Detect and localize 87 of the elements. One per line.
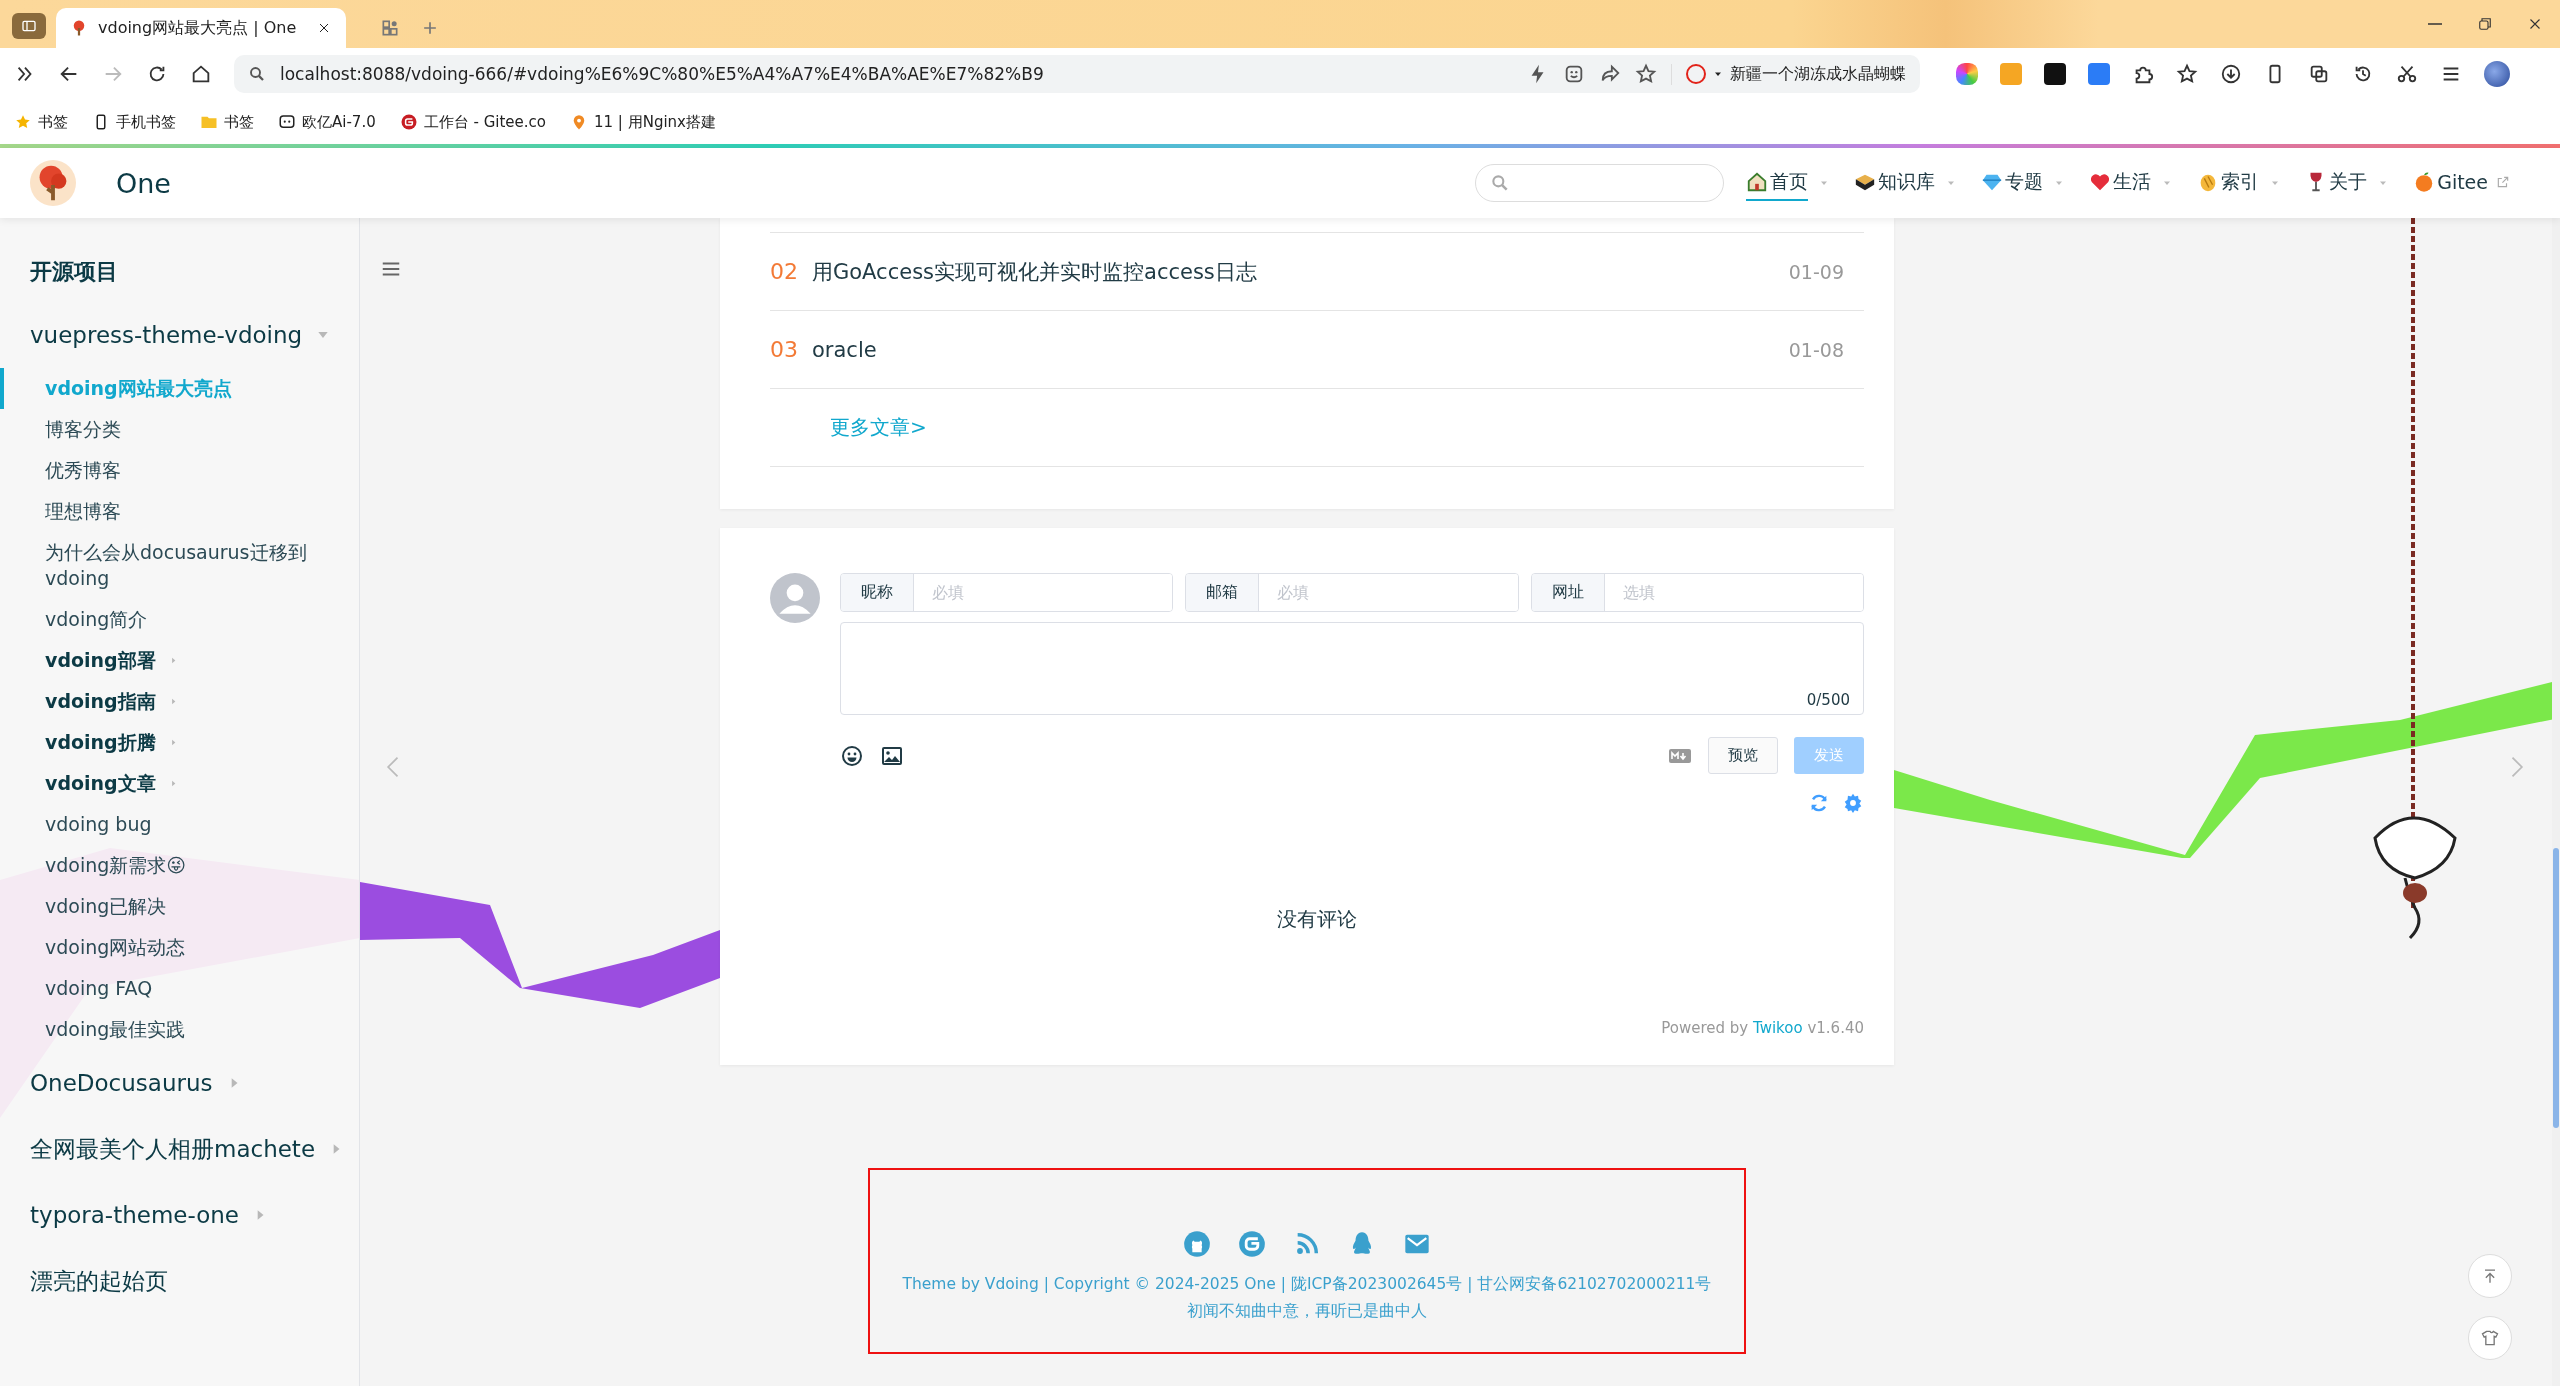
footer-text: 初闻不知曲中意，再听已是曲中人 — [1187, 1301, 1427, 1322]
nav-link[interactable]: 生活 — [2089, 165, 2152, 201]
sidebar-item[interactable]: vdoing部署 — [0, 640, 359, 681]
sidebar-group[interactable]: typora-theme-one — [0, 1182, 359, 1248]
nav-link[interactable]: Gitee — [2413, 167, 2510, 199]
nav-link[interactable]: 关于 — [2305, 165, 2368, 201]
translate-icon[interactable] — [2088, 63, 2110, 85]
article-number: 02 — [770, 259, 799, 284]
theme-button[interactable] — [2468, 1316, 2512, 1360]
sidebar-item[interactable]: vdoing简介 — [0, 599, 359, 640]
sidebar-item[interactable]: vdoing文章 — [0, 763, 359, 804]
external-link-icon — [2496, 175, 2510, 189]
sidebar-item[interactable]: 为什么会从docusaurus迁移到vdoing — [0, 532, 359, 599]
house-icon — [1746, 171, 1769, 193]
sparkle-icon[interactable] — [1956, 63, 1978, 85]
sidebar-item[interactable]: vdoing FAQ — [0, 968, 359, 1009]
tree-logo-icon[interactable] — [30, 160, 76, 206]
sidebar-group[interactable]: vuepress-theme-vdoing — [0, 302, 359, 368]
nav-link[interactable]: 专题 — [1981, 165, 2044, 201]
no-comments-text: 没有评论 — [1276, 906, 1358, 933]
sidebar-item[interactable]: vdoing折腾 — [0, 722, 359, 763]
emoji-icon[interactable] — [840, 743, 864, 768]
back-to-top-button[interactable] — [2468, 1254, 2512, 1298]
url-text: localhost:8088/vdoing-666/#vdoing%E6%9C%80%E5%A4%A7%E4%BA%AE%E7%82%B9 — [280, 64, 1045, 84]
site-name[interactable]: One — [116, 167, 171, 199]
address-bar[interactable]: localhost:8088/vdoing-666/#vdoing%E6%9C%80%E5%A4%A7%E4%BA%AE%E7%82%B9 新疆一个湖冻成水晶蝴蝶 — [234, 55, 1920, 93]
sidebar-item[interactable]: vdoing新需求😜 — [0, 845, 359, 886]
heart-icon — [2089, 171, 2112, 193]
preview-button[interactable]: 预览 — [1708, 737, 1778, 774]
download-icon[interactable] — [2220, 63, 2242, 85]
sidebar-item[interactable]: vdoing指南 — [0, 681, 359, 722]
sidebar-item[interactable]: 优秀博客 — [0, 450, 359, 491]
minimize-icon — [2427, 23, 2443, 25]
bookmark[interactable]: 手机书签 — [92, 112, 176, 132]
settings-icon[interactable] — [1842, 792, 1864, 814]
hot-search-text[interactable]: 新疆一个湖冻成水晶蝴蝶 — [1730, 63, 1906, 85]
sidebar-title: 开源项目 — [29, 258, 119, 286]
star-plus-icon[interactable] — [1635, 63, 1657, 85]
scrollbar[interactable] — [2552, 218, 2560, 1386]
sidebar-item[interactable]: vdoing最佳实践 — [0, 1009, 359, 1050]
article-number: 03 — [770, 337, 799, 362]
smiley-box-icon[interactable] — [1563, 63, 1585, 85]
windows-icon[interactable] — [2308, 63, 2330, 85]
bookmark[interactable]: 书签 — [14, 112, 68, 132]
footer-text: Theme by Vdoing | Copyright © 2024-2025 One | 陇ICP备2023002645号 | 甘公网安备62102702000211号 — [902, 1274, 1712, 1295]
nav-link[interactable]: 首页 — [1746, 165, 1809, 201]
sidebar-group[interactable]: 漂亮的起始页 — [0, 1248, 359, 1314]
avatar-icon — [770, 573, 820, 623]
star-icon[interactable] — [2176, 63, 2198, 85]
circle-logo-icon[interactable] — [1238, 1230, 1266, 1258]
input-field[interactable]: 网址 选填 — [1530, 573, 1864, 612]
shirt-icon — [2480, 1328, 2500, 1348]
panel-icon — [21, 18, 37, 34]
restore-icon — [2476, 15, 2494, 33]
chart-extension-icon[interactable] — [2044, 63, 2066, 85]
profile-avatar[interactable] — [2484, 61, 2510, 87]
bookmark[interactable]: 书签 — [200, 112, 254, 132]
bookmark[interactable]: 11 | 用Nginx搭建 — [570, 112, 716, 132]
input-field[interactable]: 邮箱 必填 — [1185, 573, 1519, 612]
bookmark[interactable]: 欧亿Ai-7.0 — [278, 112, 376, 132]
chat-bubble-icon — [278, 113, 296, 131]
bookmark[interactable]: 工作台 - Gitee.co — [399, 112, 546, 132]
sidebar-item[interactable]: 博客分类 — [0, 409, 359, 450]
nav-link[interactable]: 知识库 — [1854, 165, 1936, 201]
sidebar-item[interactable]: vdoing已解决 — [0, 886, 359, 927]
article-link[interactable]: oracle — [812, 337, 1789, 362]
search-icon — [248, 65, 266, 83]
article-date: 01-09 — [1788, 260, 1844, 283]
sidebar-item[interactable]: vdoing网站动态 — [0, 927, 359, 968]
scissors-icon[interactable] — [2396, 63, 2418, 85]
article-link[interactable]: 用GoAccess实现可视化并实时监控access日志 — [812, 257, 1789, 286]
sidebar-item[interactable]: vdoing bug — [0, 804, 359, 845]
circle-logo-icon — [399, 113, 418, 131]
char-counter: 0/500 — [1806, 691, 1850, 709]
sidebar-item[interactable]: 理想博客 — [0, 491, 359, 532]
tab-grid-icon[interactable] — [380, 18, 400, 38]
s-logo-icon[interactable] — [1686, 64, 1706, 84]
sidebar-group[interactable]: OneDocusaurus — [0, 1050, 359, 1116]
tab-sidebar-toggle[interactable] — [12, 13, 46, 39]
browser-tab[interactable]: vdoing网站最大亮点 | One — [56, 8, 346, 48]
input-field[interactable]: 昵称 必填 — [840, 573, 1174, 612]
star-icon — [14, 113, 32, 131]
home-icon[interactable] — [190, 63, 212, 85]
nav-link[interactable]: 索引 — [2197, 165, 2260, 201]
powered-by-text: Powered by Twikoo v1.6.40 — [1660, 1019, 1864, 1037]
article-date: 01-08 — [1788, 338, 1844, 361]
sidebar-group[interactable]: 全网最美个人相册machete — [0, 1116, 359, 1182]
